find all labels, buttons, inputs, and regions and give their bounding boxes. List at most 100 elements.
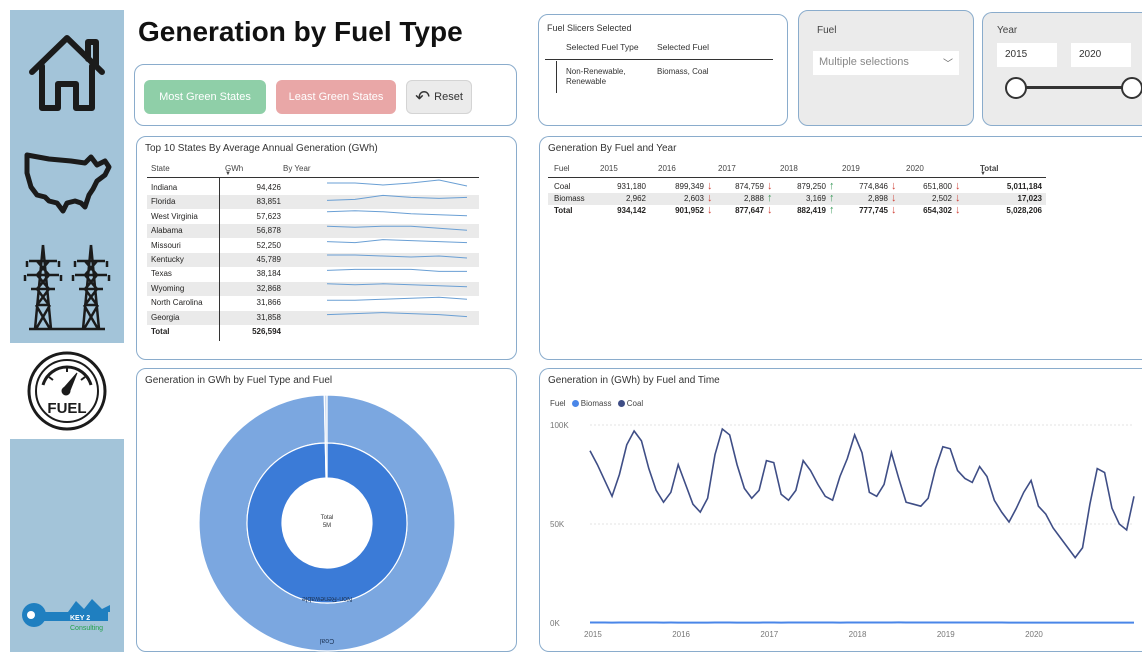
line-chart-svg: 100K 50K 0K 2015 2016 2017 2018 2019 2020 [550,421,1135,639]
matrix-fuel-cell: Total [554,206,573,215]
matrix-value-cell: 774,846 [859,182,888,191]
sparkline [327,210,468,217]
matrix-col-year: 2016 [658,164,676,173]
generation-by-fuel-year-matrix: Generation By Fuel and Year Fuel 2015 201… [539,136,1142,360]
sparkline [327,312,468,318]
matrix-col-year: 2018 [780,164,798,173]
arrow-up-icon: ↑ [829,204,835,216]
total-value: 526,594 [252,327,281,336]
power-tower-icon [23,244,111,331]
year-slicer-label: Year [997,25,1018,36]
year-slider-end-handle[interactable] [1121,77,1142,99]
gwh-cell: 56,878 [256,226,281,236]
donut-center-value: 5M [323,523,331,529]
generation-by-time-line-chart: Generation in (GWh) by Fuel and Time Fue… [539,368,1142,652]
state-cell: Georgia [151,312,180,322]
nav-item-home[interactable] [10,16,124,126]
state-cell: Alabama [151,226,183,236]
matrix-row[interactable]: Total 934,142 901,952 ↓ 877,647 ↓ 882,419 ↑ 777,… [548,204,1046,217]
matrix-row[interactable]: Coal 931,180 899,349 ↓ 874,759 ↓ 879,250 ↑ 774,8… [548,180,1046,193]
line-title: Generation in (GWh) by Fuel and Time [548,375,720,386]
year-slider-track[interactable] [1015,86,1131,89]
donut-outer-label: Coal [319,637,334,644]
x-tick-label: 2016 [672,630,690,639]
donut-slice[interactable] [324,442,328,479]
fuel-gauge-icon: FUEL [27,351,107,431]
usa-map-icon [24,152,112,214]
app-root: FUEL KEY 2 Consulting Generation by Fuel… [0,0,1142,652]
top10-col-by-year: By Year [283,164,311,173]
arrow-up-icon: ↑ [829,180,835,192]
matrix-total-cell: 5,011,184 [1006,182,1042,191]
matrix-value-cell: 877,647 [735,206,764,215]
top10-row-marker [219,177,220,341]
sidebar-nav: FUEL KEY 2 Consulting [10,10,124,652]
nav-item-states[interactable] [10,128,124,238]
legend-item-biomass[interactable]: Biomass [581,399,612,408]
matrix-value-cell: 3,169 [805,194,826,203]
year-slicer: Year 2015 2020 [982,12,1142,126]
year-slider-start-handle[interactable] [1005,77,1027,99]
reset-icon: ↶ [415,86,431,107]
x-tick-label: 2020 [1025,630,1043,639]
matrix-row[interactable]: Biomass 2,962 2,603 ↓ 2,888 ↑ 3,169 ↑ 2,898 ↓ 2,50… [548,192,1046,205]
reset-button[interactable]: ↶ Reset [406,80,472,114]
x-tick-label: 2017 [760,630,778,639]
fuel-type-donut-chart: Generation in GWh by Fuel Type and Fuel … [136,368,517,652]
year-to-input[interactable]: 2020 [1071,43,1131,67]
matrix-value-cell: 2,962 [625,194,646,203]
state-cell: Kentucky [151,255,184,264]
donut-title: Generation in GWh by Fuel Type and Fuel [145,375,333,386]
slicers-fuel-value: Biomass, Coal [657,67,709,76]
nav-item-power[interactable] [10,232,124,342]
matrix-value-cell: 931,180 [617,182,646,191]
matrix-header-line [548,177,1046,178]
matrix-title: Generation By Fuel and Year [548,143,677,154]
matrix-col-year: 2019 [842,164,860,173]
sparkline [327,268,467,272]
gwh-cell: 57,623 [256,211,281,221]
slicers-fuel-type-value: Non-Renewable, Renewable [566,67,626,86]
legend-item-coal[interactable]: Coal [627,399,643,408]
home-icon [29,35,105,111]
top10-sparklines [327,179,468,318]
legend-dot-biomass [571,400,579,407]
arrow-down-icon: ↓ [891,192,897,204]
matrix-value-cell: 899,349 [675,182,704,191]
page-title: Generation by Fuel Type [138,16,463,47]
gwh-cell: 52,250 [256,240,281,250]
state-cell: North Carolina [151,298,203,308]
gwh-cell: 45,789 [256,255,281,264]
donut-slice[interactable] [323,394,328,444]
matrix-col-fuel: Fuel [554,164,570,173]
matrix-value-cell: 2,898 [867,194,888,203]
year-from-input[interactable]: 2015 [997,43,1057,67]
matrix-col-year: 2020 [906,164,924,173]
matrix-fuel-cell: Biomass [554,194,585,203]
sparkline [327,194,468,201]
sparkline [327,239,468,244]
slicers-header-line [545,59,773,60]
series-line-coal[interactable] [589,427,1135,560]
slicers-title: Fuel Slicers Selected [547,23,632,33]
arrow-down-icon: ↓ [707,192,713,204]
matrix-fuel-cell: Coal [554,182,571,191]
arrow-down-icon: ↓ [891,204,897,216]
x-tick-label: 2019 [937,630,955,639]
matrix-col-year: 2015 [600,164,618,173]
matrix-value-cell: 879,250 [797,182,826,191]
most-green-states-button[interactable]: Most Green States [144,80,266,114]
matrix-value-cell: 651,800 [923,182,952,191]
state-cell: Wyoming [151,283,185,293]
key2-logo: KEY 2 Consulting [18,595,118,635]
line-legend: Fuel Biomass Coal [550,399,643,408]
matrix-total-cell: 17,023 [1017,194,1042,203]
slicers-col-fuel-type: Selected Fuel Type [566,42,639,52]
nav-item-fuel[interactable]: FUEL [10,343,124,439]
bookmark-buttons-panel: Most Green States Least Green States ↶ R… [134,64,517,126]
slicers-col-fuel: Selected Fuel [657,42,709,52]
fuel-dropdown[interactable]: Multiple selections ﹀ [813,51,959,75]
total-label: Total [151,327,170,336]
top10-col-state: State [151,164,170,173]
least-green-states-button[interactable]: Least Green States [276,80,396,114]
